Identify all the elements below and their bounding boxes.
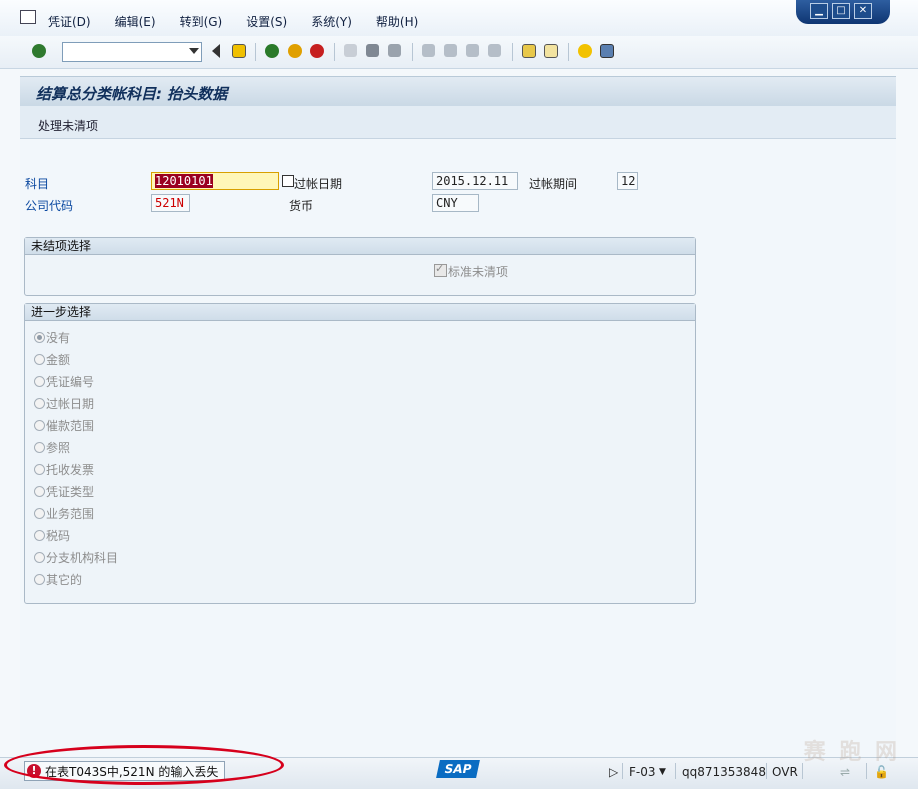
layout-icon[interactable] [600,44,614,58]
radio-document-type[interactable]: 凭证类型 [34,483,94,500]
transaction-code[interactable]: F-03 [629,765,656,779]
further-selection-group: 进一步选择 [24,303,696,604]
posting-date-field[interactable]: 2015.12.11 [432,172,518,190]
open-items-group-title: 未结项选择 [25,238,695,255]
minimize-button[interactable]: ▁ [810,3,828,19]
command-field[interactable] [62,42,202,62]
menu-edit[interactable]: 编辑(E) [115,13,156,30]
further-selection-group-title: 进一步选择 [25,304,695,321]
radio-business-area[interactable]: 业务范围 [34,505,94,522]
server-name: qq871353848 [682,765,766,779]
maximize-button[interactable]: □ [832,3,850,19]
radio-button[interactable] [34,552,45,563]
cancel-icon[interactable] [310,44,324,58]
radio-button[interactable] [34,332,45,343]
print-icon[interactable] [344,44,357,57]
menu-settings[interactable]: 设置(S) [246,13,287,30]
status-expand-icon[interactable]: ▷ [609,765,618,779]
posting-date-label: 过帐日期 [294,177,343,191]
standard-open-items-checkbox[interactable] [434,262,447,277]
standard-open-items-label: 标准未清项 [448,265,509,279]
find-next-icon[interactable] [388,44,401,57]
company-code-label: 公司代码 [25,199,74,213]
radio-other[interactable]: 其它的 [34,571,82,588]
account-value: 12010101 [155,174,213,188]
radio-button[interactable] [34,354,45,365]
exit-icon[interactable] [288,44,302,58]
chevron-down-icon[interactable] [189,48,199,54]
watermark: 赛 跑 网 [803,740,900,765]
radio-collection-invoice[interactable]: 托收发票 [34,461,94,478]
insert-mode[interactable]: OVR [772,765,798,779]
menu-help[interactable]: 帮助(H) [376,13,418,30]
radio-document-number[interactable]: 凭证编号 [34,373,94,390]
find-icon[interactable] [366,44,379,57]
radio-branch-account[interactable]: 分支机构科目 [34,549,118,566]
radio-button[interactable] [34,398,45,409]
page-title: 结算总分类帐科目: 抬头数据 [36,85,228,103]
menu-system[interactable]: 系统(Y) [311,13,352,30]
radio-button[interactable] [34,574,45,585]
menu-goto[interactable]: 转到(G) [180,13,223,30]
shortcut-icon[interactable] [544,44,558,58]
new-session-icon[interactable] [522,44,536,58]
account-label: 科目 [25,177,50,191]
radio-posting-date[interactable]: 过帐日期 [34,395,94,412]
lock-icon[interactable]: 🔓 [874,765,889,779]
value-help-icon[interactable] [282,175,294,187]
toolbar [0,36,918,69]
help-icon[interactable] [578,44,592,58]
menu-document[interactable]: 凭证(D) [48,13,91,30]
enter-icon[interactable] [32,44,46,58]
back-icon[interactable] [265,44,279,58]
radio-none[interactable]: 没有 [34,329,70,346]
close-button[interactable]: ✕ [854,3,872,19]
period-label: 过帐期间 [529,177,578,191]
radio-button[interactable] [34,420,45,431]
menu-items: 凭证(D) 编辑(E) 转到(G) 设置(S) 系统(Y) 帮助(H) [48,13,418,30]
menu-icon[interactable] [20,10,36,24]
open-items-group: 未结项选择 [24,237,696,296]
save-icon[interactable] [232,44,246,58]
radio-button[interactable] [34,464,45,475]
currency-label: 货币 [289,199,314,213]
radio-dunning-area[interactable]: 催款范围 [34,417,94,434]
currency-field[interactable]: CNY [432,194,479,212]
window-controls: ▁ □ ✕ [796,0,890,24]
radio-button[interactable] [34,486,45,497]
process-open-items-button[interactable]: 处理未清项 [38,117,98,134]
annotation-circle [4,745,284,785]
connection-icon: ⇌ [840,765,851,779]
radio-button[interactable] [34,508,45,519]
radio-button[interactable] [34,442,45,453]
sap-logo: SAP [436,760,480,778]
next-page-icon[interactable] [466,44,479,57]
menu-bar: 凭证(D) 编辑(E) 转到(G) 设置(S) 系统(Y) 帮助(H) ▁ □ … [0,0,918,36]
radio-button[interactable] [34,530,45,541]
application-toolbar: 处理未清项 [20,106,896,139]
radio-amount[interactable]: 金额 [34,351,70,368]
first-page-icon[interactable] [422,44,435,57]
radio-reference[interactable]: 参照 [34,439,70,456]
title-bar: 结算总分类帐科目: 抬头数据 [20,76,896,107]
back-arrow-icon[interactable] [212,44,220,58]
account-field[interactable]: 12010101 [151,172,279,190]
prev-page-icon[interactable] [444,44,457,57]
radio-tax-code[interactable]: 税码 [34,527,70,544]
company-code-field[interactable]: 521N [151,194,190,212]
last-page-icon[interactable] [488,44,501,57]
period-field[interactable]: 12 [617,172,638,190]
radio-button[interactable] [34,376,45,387]
chevron-down-icon[interactable]: ▼ [659,767,666,777]
